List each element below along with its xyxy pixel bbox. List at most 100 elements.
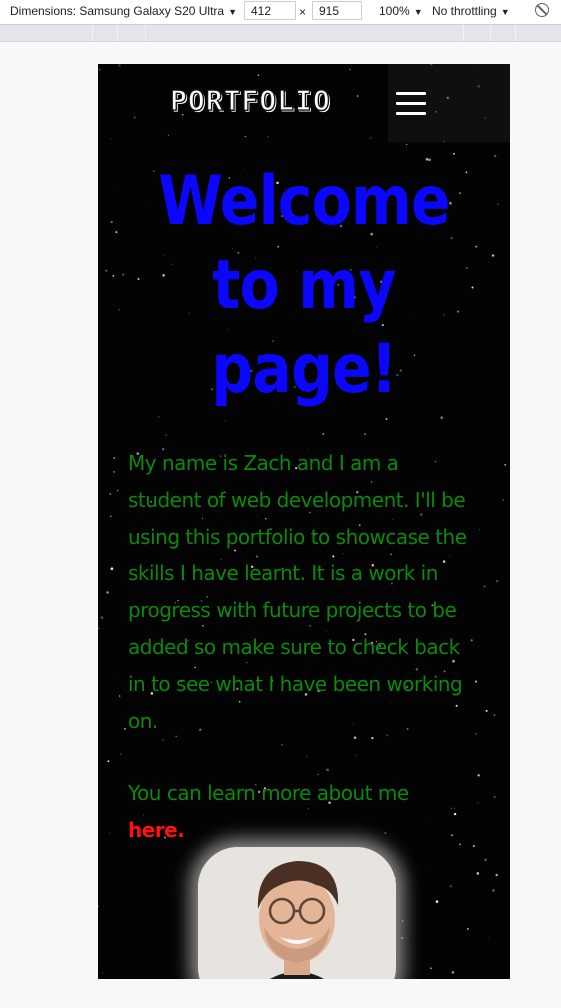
star — [110, 220, 113, 224]
star — [451, 971, 455, 974]
star — [440, 416, 444, 420]
star — [107, 760, 110, 763]
star — [354, 755, 356, 756]
throttling-label: No throttling — [432, 4, 497, 18]
star — [477, 774, 480, 777]
star — [106, 591, 109, 594]
site-logo[interactable]: PORTFOLIO — [169, 83, 331, 117]
star — [326, 768, 329, 772]
star — [157, 416, 160, 418]
profile-photo — [198, 847, 396, 979]
media-query-ruler — [0, 25, 561, 42]
height-input[interactable]: 915 — [312, 1, 362, 20]
star — [306, 756, 308, 758]
star — [484, 858, 487, 862]
star — [109, 138, 111, 140]
star — [105, 269, 108, 272]
star — [267, 136, 269, 138]
star — [402, 920, 404, 922]
star — [497, 203, 499, 206]
star — [109, 832, 111, 834]
star — [414, 936, 415, 937]
star — [113, 470, 116, 473]
star — [467, 928, 469, 930]
star — [459, 192, 461, 194]
star — [356, 95, 359, 97]
star — [244, 135, 247, 138]
star — [465, 266, 468, 270]
star — [116, 489, 119, 492]
star — [477, 802, 479, 804]
star — [137, 277, 140, 281]
star — [98, 68, 101, 71]
star — [456, 310, 460, 313]
star — [115, 231, 118, 234]
star — [472, 844, 475, 848]
throttling-dropdown[interactable]: No throttling ▼ — [432, 4, 510, 18]
star — [475, 245, 478, 248]
star — [369, 136, 372, 139]
star — [488, 937, 490, 938]
avatar — [198, 847, 396, 979]
star — [110, 515, 112, 517]
star — [349, 68, 351, 70]
times-sign: × — [299, 5, 307, 19]
star — [385, 418, 388, 420]
star — [471, 286, 474, 289]
star — [476, 872, 480, 875]
star — [118, 64, 121, 67]
star — [120, 753, 122, 755]
star — [162, 739, 164, 741]
caret-down-icon: ▼ — [228, 7, 238, 17]
star — [165, 434, 167, 436]
star — [118, 308, 120, 311]
star — [224, 420, 226, 422]
caret-down-icon: ▼ — [413, 7, 423, 17]
star — [112, 275, 115, 277]
dimensions-label: Dimensions: Samsung Galaxy S20 Ultra — [10, 4, 225, 18]
star — [167, 134, 169, 136]
star — [449, 885, 452, 888]
star — [100, 616, 104, 619]
star — [257, 74, 260, 76]
star — [133, 116, 136, 119]
star — [113, 457, 116, 459]
star — [400, 936, 404, 940]
about-link[interactable]: here. — [128, 818, 185, 842]
star — [112, 188, 114, 189]
star — [118, 695, 121, 697]
star — [493, 795, 496, 798]
rotate-block-icon[interactable] — [535, 3, 549, 17]
hamburger-menu-icon[interactable] — [396, 92, 426, 116]
star — [110, 567, 114, 571]
star — [398, 866, 399, 868]
star — [109, 492, 112, 495]
star — [504, 463, 507, 466]
dimensions-dropdown[interactable]: Dimensions: Samsung Galaxy S20 Ultra ▼ — [10, 4, 237, 18]
star — [111, 671, 113, 673]
width-input[interactable]: 412 — [244, 1, 296, 20]
star — [98, 905, 99, 908]
star — [485, 709, 488, 713]
learn-more-text: You can learn more about me here. — [128, 775, 473, 849]
caret-down-icon: ▼ — [500, 7, 510, 17]
star — [474, 680, 478, 683]
star — [98, 627, 100, 629]
star — [478, 529, 480, 530]
star — [453, 152, 455, 155]
hero-title: Welcome to my page! — [158, 162, 450, 409]
star — [495, 873, 498, 877]
zoom-dropdown[interactable]: 100% ▼ — [379, 4, 423, 18]
intro-paragraph: My name is Zach and I am a student of we… — [128, 451, 467, 733]
star — [435, 900, 439, 903]
star — [494, 154, 497, 158]
star — [429, 967, 432, 970]
star — [483, 585, 486, 588]
star — [424, 866, 426, 868]
learn-more-prefix: You can learn more about me — [128, 781, 409, 805]
star — [322, 432, 325, 435]
star — [502, 499, 504, 501]
star — [492, 889, 495, 892]
star — [496, 580, 499, 583]
star — [474, 732, 477, 735]
